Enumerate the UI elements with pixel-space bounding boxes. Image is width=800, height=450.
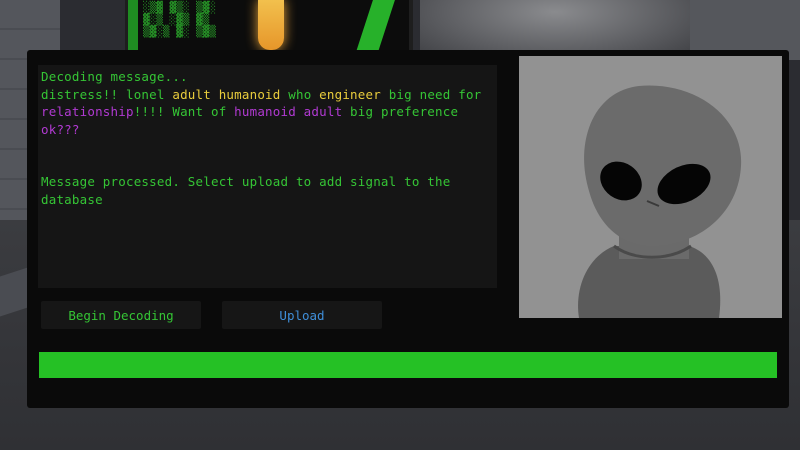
decoded-word-4: big need for: [380, 86, 482, 102]
green-light-strip: [128, 0, 138, 50]
decoded-word-9: ok???: [41, 121, 80, 137]
decoded-word-8: big preference: [342, 104, 459, 119]
decoded-word-1: adult humanoid: [172, 86, 281, 102]
decoding-status-line: Decoding message...: [41, 69, 188, 84]
progress-bar: [39, 352, 777, 378]
decoded-word-0: distress!! lonel: [41, 86, 173, 102]
glowing-lamp: [258, 0, 284, 50]
upload-button[interactable]: Upload: [222, 301, 382, 329]
decoded-word-6: !!!! Want of: [133, 104, 235, 119]
begin-decoding-button[interactable]: Begin Decoding: [41, 301, 201, 329]
decoded-word-3: engineer: [319, 86, 381, 102]
decoded-message: distress!! lonel adult humanoid who engi…: [41, 86, 491, 139]
message-text: Decoding message... distress!! lonel adu…: [41, 68, 491, 208]
decoded-word-7: humanoid adult: [234, 104, 343, 119]
processed-status-line: Message processed. Select upload to add …: [41, 174, 451, 207]
alien-face-icon: [578, 85, 742, 318]
monitor-glyphs: ░▒▓ ▓▒░ ▒▓░ ▓░▒ ░▓▒ ▓▒ ▒▓░▒ ▓░ ▒▓▒: [143, 1, 216, 38]
alien-portrait: [519, 56, 782, 318]
decoded-word-5: relationship: [41, 104, 134, 119]
decoded-word-2: who: [280, 86, 320, 102]
message-box: Decoding message... distress!! lonel adu…: [38, 65, 497, 288]
decoder-panel: Decoding message... distress!! lonel adu…: [27, 50, 789, 408]
progress-fill: [39, 352, 777, 378]
